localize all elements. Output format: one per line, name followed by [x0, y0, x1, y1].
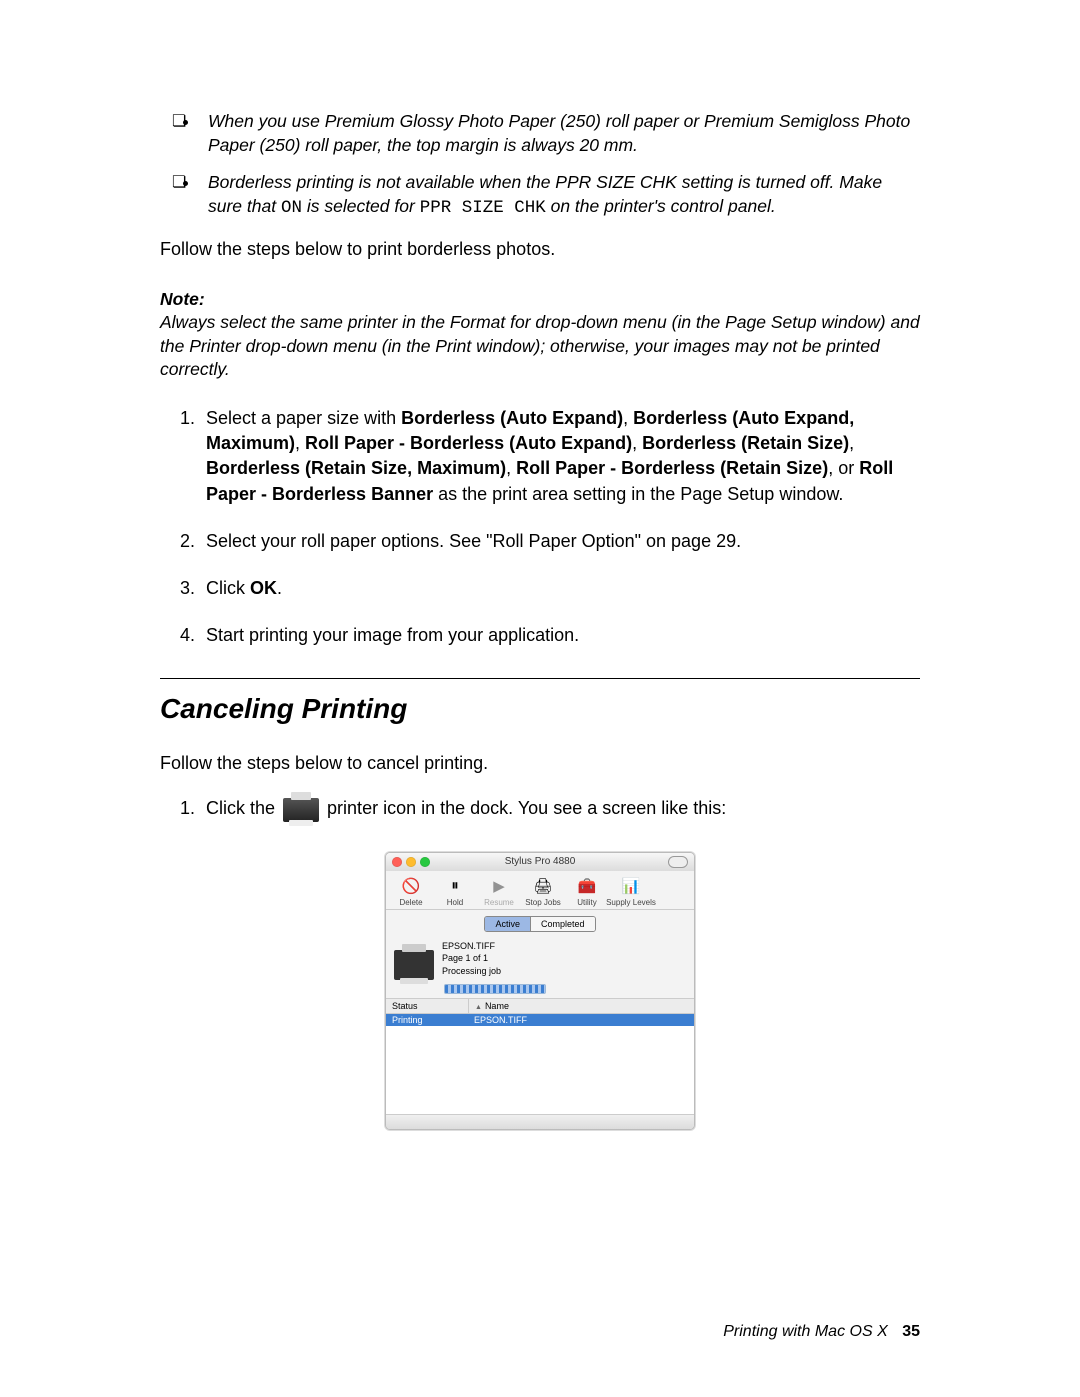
sep: ,	[506, 458, 516, 478]
column-name-label: Name	[485, 1001, 509, 1011]
step-item: Click OK.	[200, 576, 920, 601]
sort-asc-icon: ▲	[475, 1004, 482, 1011]
sep: , or	[828, 458, 859, 478]
supply-levels-icon: 📊	[620, 875, 642, 897]
step-option: Roll Paper - Borderless (Retain Size)	[516, 458, 828, 478]
button-label: Delete	[399, 898, 422, 907]
sep: ,	[632, 433, 642, 453]
intro-text-2: Follow the steps below to cancel printin…	[160, 753, 920, 774]
note-label: Note:	[160, 288, 920, 312]
button-label: Stop Jobs	[525, 898, 561, 907]
resume-button: ▶ Resume	[478, 875, 520, 907]
step-option: Borderless (Auto Expand)	[401, 408, 623, 428]
toolbar-toggle-icon[interactable]	[668, 856, 688, 868]
button-label: Resume	[484, 898, 514, 907]
sep: ,	[849, 433, 854, 453]
step-text: printer icon in the dock. You see a scre…	[327, 798, 726, 818]
bullet-item: Borderless printing is not available whe…	[200, 171, 920, 220]
delete-icon: 🚫	[400, 875, 422, 897]
bullet-text: is selected for	[302, 196, 420, 216]
job-page: Page 1 of 1	[442, 952, 501, 965]
ok-label: OK	[250, 578, 277, 598]
tab-completed[interactable]: Completed	[531, 917, 595, 931]
step-text: as the print area setting in the Page Se…	[433, 484, 843, 504]
bullet-text: When you use Premium Glossy Photo Paper …	[208, 111, 910, 155]
supply-levels-button[interactable]: 📊 Supply Levels	[610, 875, 652, 907]
info-bullet-list: When you use Premium Glossy Photo Paper …	[160, 110, 920, 221]
tab-segment: Active Completed	[484, 916, 595, 932]
step-text: Click the	[206, 798, 280, 818]
printer-icon	[283, 798, 319, 822]
stop-jobs-button[interactable]: 🖨 Stop Jobs	[522, 875, 564, 907]
step-item: Select a paper size with Borderless (Aut…	[200, 406, 920, 507]
step-item: Start printing your image from your appl…	[200, 623, 920, 648]
button-label: Supply Levels	[606, 898, 656, 907]
toolbar: 🚫 Delete ⏸ Hold ▶ Resume 🖨 Stop Jobs 🧰	[386, 871, 694, 910]
cancel-steps-list: Click the printer icon in the dock. You …	[160, 796, 920, 821]
resume-icon: ▶	[488, 875, 510, 897]
section-heading: Canceling Printing	[160, 678, 920, 725]
list-header: Status ▲Name	[386, 998, 694, 1014]
stop-jobs-icon: 🖨	[532, 875, 554, 897]
tab-active[interactable]: Active	[485, 917, 531, 931]
titlebar: Stylus Pro 4880	[386, 853, 694, 871]
document-page: When you use Premium Glossy Photo Paper …	[0, 0, 1080, 1397]
column-name[interactable]: ▲Name	[469, 999, 694, 1013]
cell-status: Printing	[386, 1014, 468, 1026]
step-item: Click the printer icon in the dock. You …	[200, 796, 920, 821]
page-number: 35	[902, 1323, 920, 1340]
step-option: Borderless (Retain Size, Maximum)	[206, 458, 506, 478]
note-text: Always select the same printer in the Fo…	[160, 311, 920, 382]
button-label: Hold	[447, 898, 463, 907]
job-status: Processing job	[442, 965, 501, 978]
hold-button[interactable]: ⏸ Hold	[434, 875, 476, 907]
step-text: Start printing your image from your appl…	[206, 625, 579, 645]
hold-icon: ⏸	[444, 875, 466, 897]
note-block: Note: Always select the same printer in …	[160, 288, 920, 383]
step-text: Select your roll paper options. See "Rol…	[206, 531, 741, 551]
intro-text: Follow the steps below to print borderle…	[160, 239, 920, 260]
print-queue-window: Stylus Pro 4880 🚫 Delete ⏸ Hold ▶ Resume…	[385, 852, 695, 1130]
code-text: ON	[281, 198, 302, 218]
cell-name: EPSON.TIFF	[468, 1014, 694, 1026]
step-text: .	[277, 578, 282, 598]
printer-thumbnail-icon	[394, 950, 434, 980]
step-item: Select your roll paper options. See "Rol…	[200, 529, 920, 554]
bullet-item: When you use Premium Glossy Photo Paper …	[200, 110, 920, 157]
table-row[interactable]: Printing EPSON.TIFF	[386, 1014, 694, 1026]
progress-wrap	[386, 982, 694, 998]
window-title: Stylus Pro 4880	[386, 856, 694, 867]
steps-list: Select a paper size with Borderless (Aut…	[160, 406, 920, 648]
progress-bar	[444, 984, 546, 994]
step-text: Click	[206, 578, 250, 598]
sep: ,	[295, 433, 305, 453]
column-status[interactable]: Status	[386, 999, 469, 1013]
utility-icon: 🧰	[576, 875, 598, 897]
step-option: Borderless (Retain Size)	[642, 433, 849, 453]
window-footer	[386, 1115, 694, 1129]
delete-button[interactable]: 🚫 Delete	[390, 875, 432, 907]
step-text: Select a paper size with	[206, 408, 401, 428]
tab-row: Active Completed	[386, 910, 694, 936]
footer-text: Printing with Mac OS X	[723, 1323, 888, 1340]
step-option: Roll Paper - Borderless (Auto Expand)	[305, 433, 632, 453]
screenshot-wrap: Stylus Pro 4880 🚫 Delete ⏸ Hold ▶ Resume…	[160, 852, 920, 1130]
job-file: EPSON.TIFF	[442, 940, 501, 953]
list-body[interactable]: Printing EPSON.TIFF	[386, 1014, 694, 1115]
page-footer: Printing with Mac OS X 35	[723, 1323, 920, 1341]
sep: ,	[623, 408, 633, 428]
bullet-text: on the printer's control panel.	[546, 196, 776, 216]
code-text: PPR SIZE CHK	[420, 198, 546, 218]
job-info: EPSON.TIFF Page 1 of 1 Processing job	[442, 940, 501, 978]
utility-button[interactable]: 🧰 Utility	[566, 875, 608, 907]
button-label: Utility	[577, 898, 597, 907]
job-area: EPSON.TIFF Page 1 of 1 Processing job	[386, 936, 694, 982]
